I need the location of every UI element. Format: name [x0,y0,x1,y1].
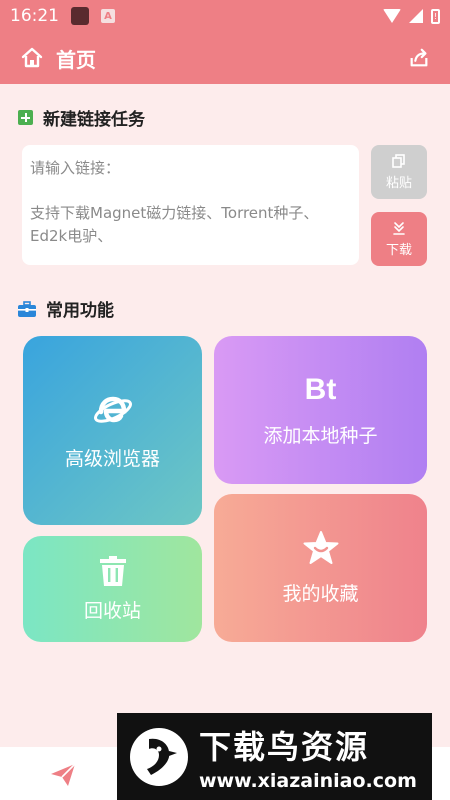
watermark: 下载鸟资源 www.xiazainiao.com [117,713,432,800]
functions-title: 常用功能 [46,301,114,321]
share-icon[interactable] [408,47,430,69]
paste-icon [392,153,405,168]
recycle-bin-tile[interactable]: 回收站 [23,536,202,642]
status-indicators: ! [383,8,440,24]
home-icon[interactable] [20,46,44,70]
watermark-url: www.xiazainiao.com [199,769,417,792]
link-input-hint: 支持下载Magnet磁力链接、Torrent种子、Ed2k电驴、 [30,204,319,245]
new-task-title: 新建链接任务 [43,110,145,130]
advanced-browser-tile[interactable]: 高级浏览器 [23,336,202,525]
add-local-torrent-label: 添加本地种子 [263,424,378,447]
page-title: 首页 [56,47,96,72]
paste-button[interactable]: 粘贴 [371,145,427,199]
link-input[interactable]: 请输入链接： 支持下载Magnet磁力链接、Torrent种子、Ed2k电驴、 [22,145,359,265]
functions-header: 常用功能 [18,296,114,321]
paste-label: 粘贴 [385,175,412,191]
plus-icon [18,110,33,125]
battery-icon: ! [431,8,440,24]
recycle-bin-label: 回收站 [83,599,141,622]
wifi-icon [383,9,401,23]
send-icon[interactable] [50,763,76,787]
favorites-label: 我的收藏 [282,582,359,605]
download-button[interactable]: 下载 [371,212,427,266]
advanced-browser-label: 高级浏览器 [64,448,160,470]
status-time: 16:21 [10,6,59,26]
bt-icon: Bt [304,372,337,406]
favorites-tile[interactable]: 我的收藏 [214,494,427,642]
notification-icon [71,7,89,25]
link-input-placeholder: 请输入链接： [30,159,121,177]
bird-logo-icon [130,727,188,786]
download-icon [393,221,405,235]
download-label: 下载 [385,242,412,258]
star-icon [303,530,338,564]
trash-icon [99,555,126,586]
status-bar: 16:21 A ! [0,0,450,32]
keyboard-icon: A [101,9,115,23]
ie-browser-icon [93,396,132,423]
new-task-header: 新建链接任务 [18,105,145,130]
add-local-torrent-tile[interactable]: Bt 添加本地种子 [214,336,427,484]
signal-icon [409,9,423,23]
app-bar: 首页 [0,32,450,84]
toolbox-icon [18,300,36,317]
watermark-title: 下载鸟资源 [199,727,370,766]
